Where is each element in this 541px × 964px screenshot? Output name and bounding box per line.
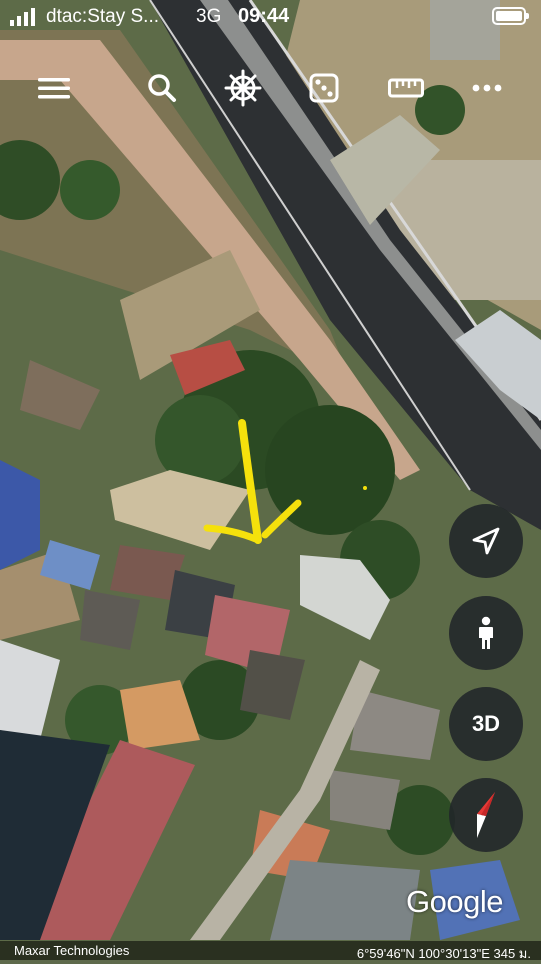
status-bar: dtac:Stay S... 3G 09:44 (0, 0, 541, 36)
view-mode-3d-button[interactable]: 3D (449, 687, 523, 761)
compass-button[interactable] (449, 778, 523, 852)
ruler-icon (388, 78, 424, 98)
navigation-arrow-icon (472, 527, 500, 555)
more-button[interactable] (465, 66, 509, 110)
network-type: 3G (196, 6, 222, 27)
signal-strength-icon (10, 8, 35, 26)
compass-icon (477, 792, 495, 838)
clock: 09:44 (238, 5, 290, 27)
menu-icon (38, 78, 70, 99)
battery-icon (492, 7, 529, 25)
measure-button[interactable] (384, 66, 428, 110)
top-toolbar (0, 66, 541, 110)
search-button[interactable] (140, 66, 184, 110)
more-icon (472, 84, 502, 92)
voyager-button[interactable] (221, 66, 265, 110)
imagery-attribution: Maxar Technologies (14, 943, 130, 958)
google-logo: Google (406, 884, 503, 919)
voyager-wheel-icon (224, 69, 262, 107)
menu-button[interactable] (32, 66, 76, 110)
coordinates-readout: 6°59'46"N 100°30'13"E 345 ม. (356, 946, 531, 961)
dice-icon (309, 73, 339, 103)
attribution-bar: Maxar Technologies 6°59'46"N 100°30'13"E… (0, 941, 541, 961)
view-mode-label: 3D (471, 711, 501, 736)
street-view-button[interactable] (449, 596, 523, 670)
pegman-icon (479, 616, 493, 649)
search-icon (148, 74, 176, 102)
carrier-name: dtac:Stay S... (46, 6, 159, 27)
feeling-lucky-button[interactable] (302, 66, 346, 110)
my-location-button[interactable] (449, 504, 523, 578)
